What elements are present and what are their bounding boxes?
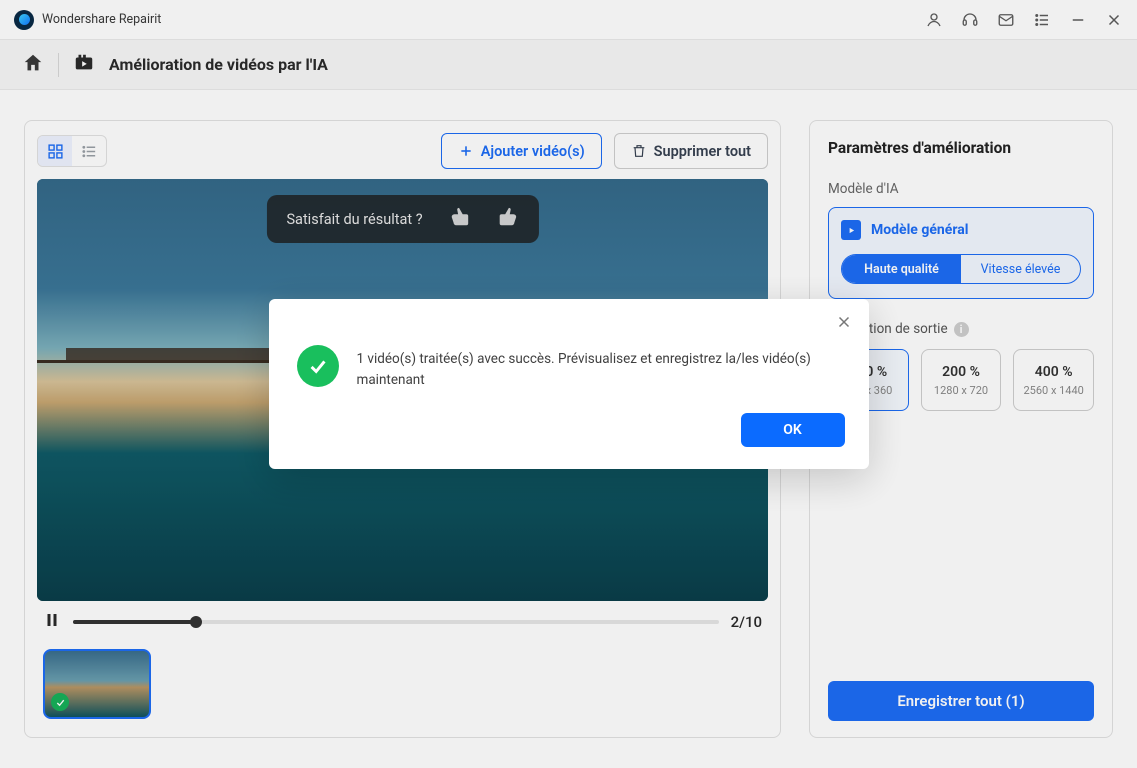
success-modal: 1 vidéo(s) traitée(s) avec succès. Prévi… bbox=[269, 299, 869, 469]
modal-backdrop: 1 vidéo(s) traitée(s) avec succès. Prévi… bbox=[0, 0, 1137, 768]
modal-ok-label: OK bbox=[783, 422, 802, 438]
modal-ok-button[interactable]: OK bbox=[741, 413, 845, 447]
modal-message: 1 vidéo(s) traitée(s) avec succès. Prévi… bbox=[357, 345, 841, 391]
modal-close-icon[interactable] bbox=[835, 313, 853, 335]
check-circle-icon bbox=[297, 345, 339, 387]
